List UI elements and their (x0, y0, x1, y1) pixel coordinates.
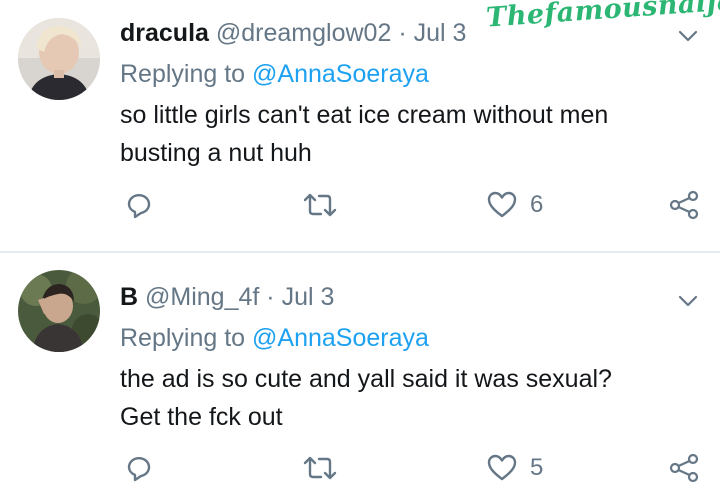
reply-icon (123, 452, 155, 484)
retweet-button[interactable] (302, 450, 338, 486)
reply-button[interactable] (123, 450, 155, 486)
mention-link[interactable]: @AnnaSoeraya (252, 60, 429, 88)
tweet-text-line: Get the fck out (120, 403, 283, 431)
tweet-text: so little girls can't eat ice cream with… (120, 96, 700, 172)
replying-to: Replying to @AnnaSoeraya (120, 323, 429, 353)
user-handle[interactable]: @Ming_4f (145, 283, 259, 311)
tweet[interactable]: dracula @dreamglow02 · Jul 3 Replying to… (0, 0, 720, 252)
tweet-actions: 5 (0, 450, 720, 486)
display-name[interactable]: dracula (120, 19, 209, 47)
chevron-down-icon[interactable] (676, 289, 700, 313)
share-button[interactable] (668, 450, 700, 486)
share-icon (668, 189, 700, 221)
retweet-icon (302, 452, 338, 484)
display-name[interactable]: B (120, 283, 138, 311)
share-icon (668, 452, 700, 484)
tweet-actions: 6 (0, 187, 720, 223)
tweet-text-line: busting a nut huh (120, 139, 312, 167)
heart-icon (486, 189, 518, 221)
separator-dot: · (398, 19, 407, 47)
replying-to-label: Replying to (120, 324, 246, 352)
chevron-down-icon[interactable] (676, 24, 700, 48)
tweet-text: the ad is so cute and yall said it was s… (120, 360, 700, 436)
heart-icon (486, 452, 518, 484)
replying-to: Replying to @AnnaSoeraya (120, 59, 429, 89)
tweet[interactable]: B @Ming_4f · Jul 3 Replying to @AnnaSoer… (0, 253, 720, 485)
replying-to-label: Replying to (120, 60, 246, 88)
mention-link[interactable]: @AnnaSoeraya (252, 324, 429, 352)
tweet-date[interactable]: Jul 3 (282, 283, 335, 311)
share-button[interactable] (668, 187, 700, 223)
retweet-button[interactable] (302, 187, 338, 223)
like-button[interactable]: 6 (486, 187, 543, 223)
like-button[interactable]: 5 (486, 450, 543, 486)
tweet-header: dracula @dreamglow02 · Jul 3 (120, 18, 466, 48)
avatar[interactable] (18, 270, 100, 352)
reply-icon (123, 189, 155, 221)
avatar[interactable] (18, 18, 100, 100)
tweet-header: B @Ming_4f · Jul 3 (120, 282, 334, 312)
tweet-text-line: the ad is so cute and yall said it was s… (120, 365, 612, 393)
like-count: 6 (530, 191, 544, 218)
reply-button[interactable] (123, 187, 155, 223)
tweet-text-line: so little girls can't eat ice cream with… (120, 101, 609, 129)
user-handle[interactable]: @dreamglow02 (216, 19, 391, 47)
separator-dot: · (266, 283, 275, 311)
tweet-date[interactable]: Jul 3 (414, 19, 467, 47)
retweet-icon (302, 189, 338, 221)
like-count: 5 (530, 454, 544, 481)
